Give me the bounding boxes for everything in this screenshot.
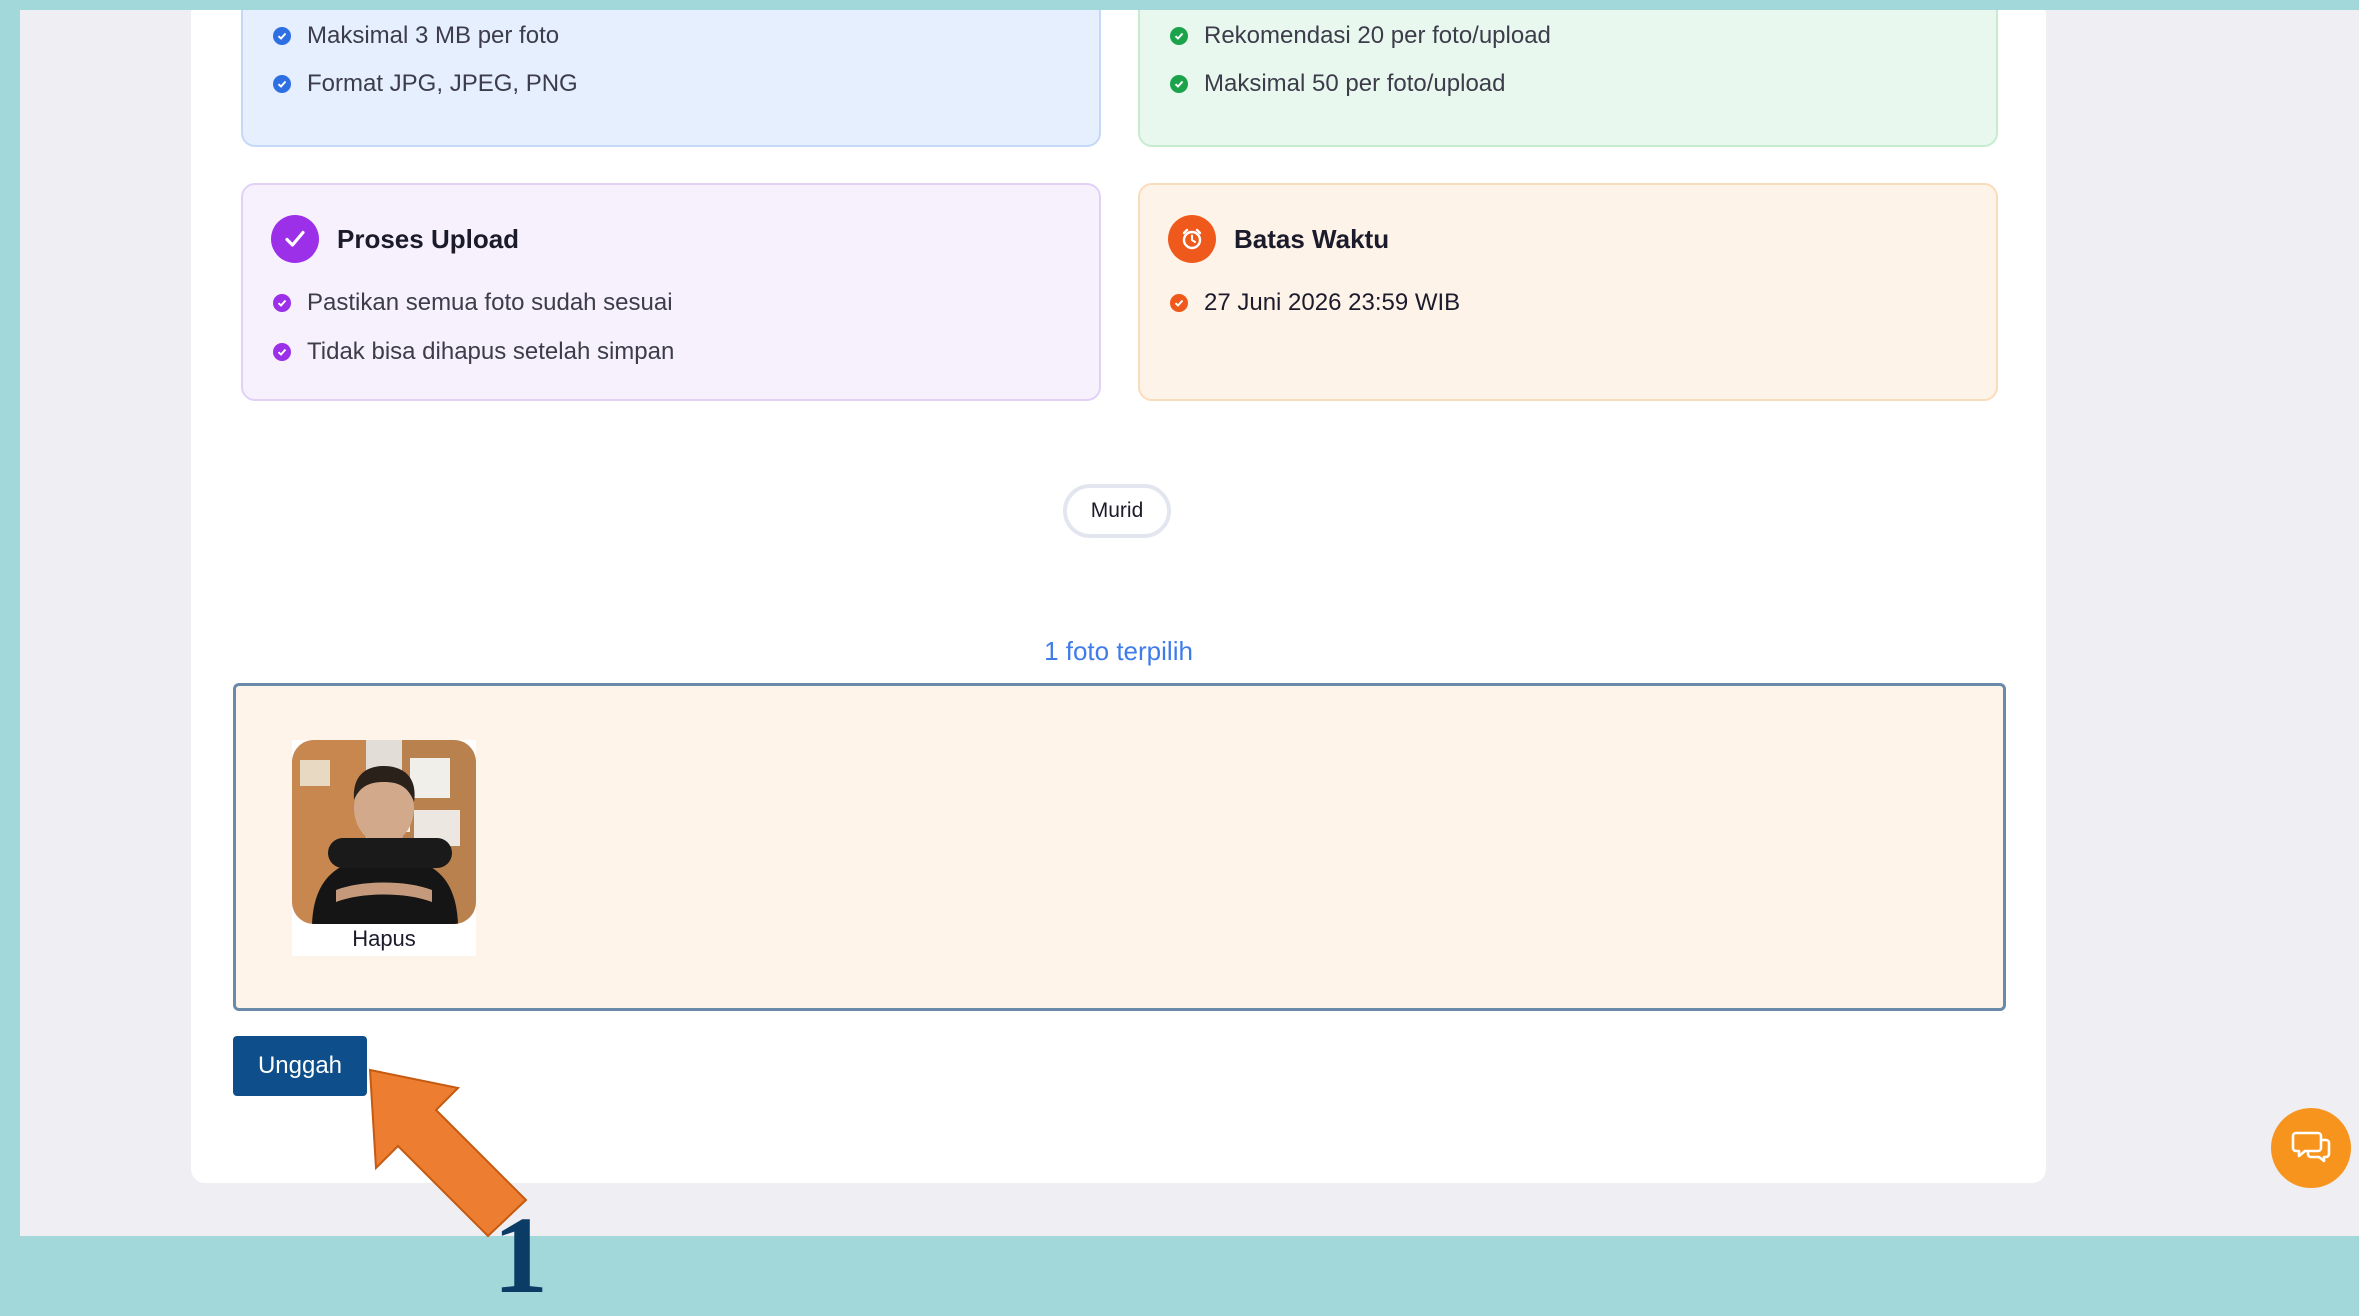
- chat-button[interactable]: [2271, 1108, 2351, 1188]
- list-item: Format JPG, JPEG, PNG: [273, 70, 578, 98]
- deadline-box: Batas Waktu 27 Juni 2026 23:59 WIB: [1138, 183, 1998, 401]
- photo-rule-text: Maksimal 3 MB per foto: [307, 22, 560, 49]
- list-item: Maksimal 50 per foto/upload: [1170, 70, 1506, 98]
- filter-pill-murid[interactable]: Murid: [1063, 484, 1171, 538]
- process-upload-box: Proses Upload Pastikan semua foto sudah …: [241, 183, 1101, 401]
- list-item: Tidak bisa dihapus setelah simpan: [273, 338, 674, 366]
- step-number: 1: [493, 1194, 548, 1316]
- delete-photo-link[interactable]: Hapus: [292, 926, 476, 952]
- check-icon: [273, 27, 291, 45]
- count-rules-box: Rekomendasi 20 per foto/upload Maksimal …: [1138, 10, 1998, 147]
- deadline-title: Batas Waktu: [1234, 223, 1390, 254]
- photo-preview-area: Hapus: [233, 683, 2006, 1011]
- photo-thumbnail: Hapus: [292, 740, 476, 956]
- list-item: 27 Juni 2026 23:59 WIB: [1170, 289, 1460, 317]
- photo-rule-text: Format JPG, JPEG, PNG: [307, 70, 578, 97]
- photo-rules-box: Maksimal 3 MB per foto Format JPG, JPEG,…: [241, 10, 1101, 147]
- count-rule-text: Maksimal 50 per foto/upload: [1204, 70, 1506, 97]
- list-item: Rekomendasi 20 per foto/upload: [1170, 22, 1551, 50]
- photo-preview-image: [292, 740, 476, 924]
- check-icon: [273, 75, 291, 93]
- chat-bubbles-icon: [2290, 1125, 2332, 1172]
- process-rule-text: Pastikan semua foto sudah sesuai: [307, 289, 673, 316]
- check-icon: [1170, 294, 1188, 312]
- list-item: Maksimal 3 MB per foto: [273, 22, 559, 50]
- check-icon: [273, 343, 291, 361]
- deadline-header: Batas Waktu: [1168, 215, 1389, 263]
- check-icon: [1170, 27, 1188, 45]
- process-title: Proses Upload: [337, 223, 520, 254]
- deadline-text: 27 Juni 2026 23:59 WIB: [1204, 289, 1461, 316]
- alarm-clock-icon: [1168, 215, 1216, 263]
- process-rule-text: Tidak bisa dihapus setelah simpan: [307, 338, 675, 365]
- app-screen: Maksimal 3 MB per foto Format JPG, JPEG,…: [20, 10, 2359, 1236]
- list-item: Pastikan semua foto sudah sesuai: [273, 289, 673, 317]
- check-icon: [1170, 75, 1188, 93]
- selected-count: 1 foto terpilih: [1044, 636, 1193, 666]
- count-rule-text: Rekomendasi 20 per foto/upload: [1204, 22, 1551, 49]
- process-header: Proses Upload: [271, 215, 519, 263]
- checkmark-icon: [271, 215, 319, 263]
- check-icon: [273, 294, 291, 312]
- upload-card: Maksimal 3 MB per foto Format JPG, JPEG,…: [191, 10, 2046, 1183]
